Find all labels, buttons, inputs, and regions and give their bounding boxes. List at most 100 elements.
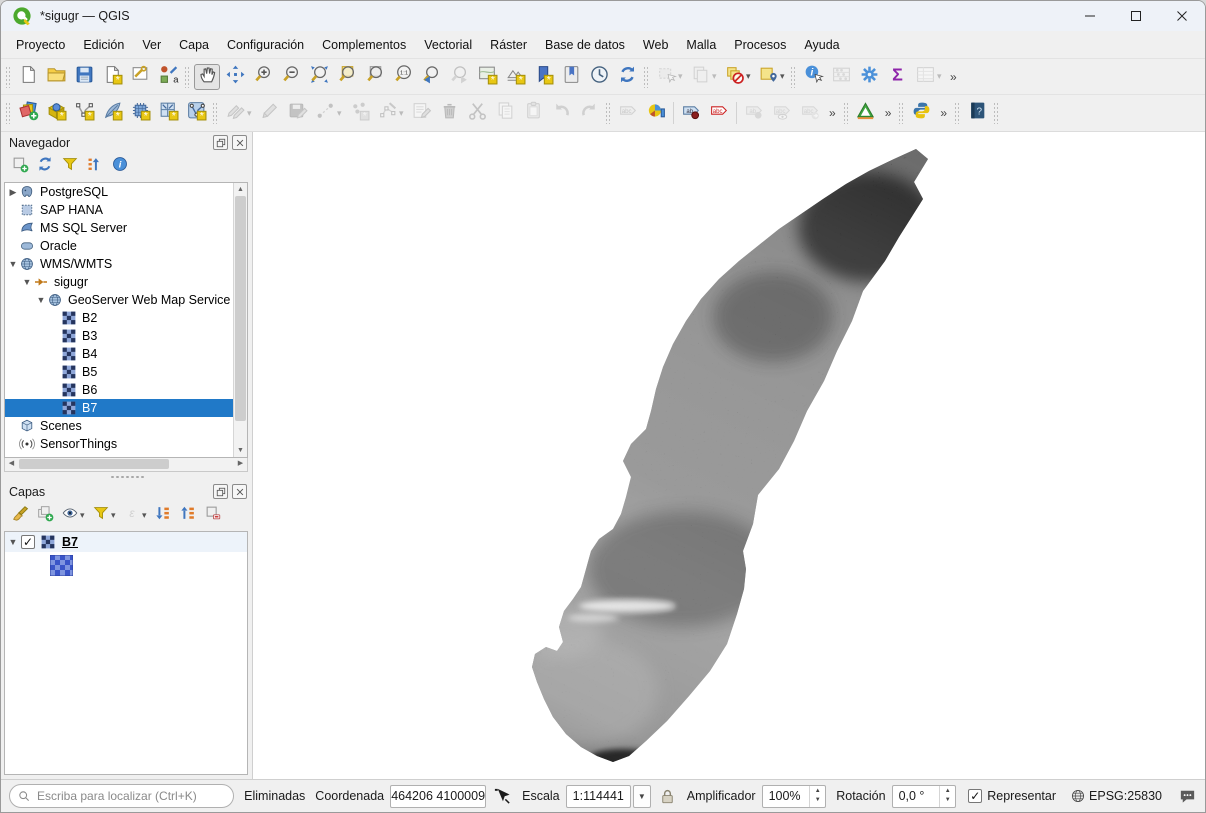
save-project-button[interactable]: [71, 64, 97, 90]
locator-search-input[interactable]: Escriba para localizar (Ctrl+K): [9, 784, 234, 808]
crs-status[interactable]: EPSG:25830: [1070, 788, 1162, 804]
new-virtual-layer-button[interactable]: *: [155, 100, 181, 126]
temporal-controller-button[interactable]: [586, 64, 612, 90]
menu-web[interactable]: Web: [634, 34, 677, 56]
menu-complementos[interactable]: Complementos: [313, 34, 415, 56]
add-group-button[interactable]: [33, 504, 56, 527]
scroll-left-icon[interactable]: ◀: [5, 458, 18, 470]
digitize-button-dropdown-arrow[interactable]: ▾: [337, 108, 345, 119]
zoom-last-button[interactable]: [418, 64, 444, 90]
pan-to-selection-button[interactable]: [222, 64, 248, 90]
layers-float-button[interactable]: [213, 484, 228, 499]
browser-item-b3[interactable]: B3: [5, 327, 233, 345]
new-spatialite-layer-button[interactable]: *: [99, 100, 125, 126]
collapse-all-button[interactable]: [176, 504, 199, 527]
zoom-to-selection-button[interactable]: [334, 64, 360, 90]
scrollbar-thumb[interactable]: [235, 196, 246, 421]
browser-item-geoserver-web-map-service[interactable]: ▼GeoServer Web Map Service: [5, 291, 233, 309]
new-geopackage-layer-button[interactable]: *: [43, 100, 69, 126]
layer-diagram-button[interactable]: [643, 100, 669, 126]
zoom-full-button[interactable]: [306, 64, 332, 90]
new-3d-map-view-button[interactable]: *: [502, 64, 528, 90]
menu-malla[interactable]: Malla: [677, 34, 725, 56]
panel-splitter[interactable]: [1, 472, 252, 481]
rotation-input[interactable]: 0,0 ° ▲▼: [892, 785, 957, 808]
browser-close-button[interactable]: [232, 135, 247, 150]
zoom-native-button[interactable]: 1:1: [390, 64, 416, 90]
layer-styling-button[interactable]: [8, 504, 31, 527]
deselect-all-button-dropdown-arrow[interactable]: ▾: [746, 71, 754, 82]
browser-item-b2[interactable]: B2: [5, 309, 233, 327]
browser-item-sensorthings[interactable]: SensorThings: [5, 435, 233, 453]
menu-edici-n[interactable]: Edición: [74, 34, 133, 56]
browser-item-b5[interactable]: B5: [5, 363, 233, 381]
open-project-button[interactable]: [43, 64, 69, 90]
filter-legend-button-dropdown-arrow[interactable]: ▾: [111, 510, 119, 521]
help-button[interactable]: ?: [964, 100, 990, 126]
browser-collapse-all-button[interactable]: [83, 155, 106, 178]
select-by-location-button[interactable]: [755, 64, 781, 90]
menu-configuraci-n[interactable]: Configuración: [218, 34, 313, 56]
layer-name[interactable]: B7: [62, 535, 78, 549]
browser-properties-button[interactable]: i: [108, 155, 131, 178]
scale-input[interactable]: 1:114441: [566, 785, 631, 808]
pan-map-button[interactable]: [194, 64, 220, 90]
processing-toolbox-button[interactable]: [856, 64, 882, 90]
browser-item-sigugr[interactable]: ▼sigugr: [5, 273, 233, 291]
show-layouts-button[interactable]: [127, 64, 153, 90]
menu-capa[interactable]: Capa: [170, 34, 218, 56]
browser-item-postgresql[interactable]: ▶PostgreSQL: [5, 183, 233, 201]
close-button[interactable]: [1159, 1, 1205, 31]
browser-item-scenes[interactable]: Scenes: [5, 417, 233, 435]
new-virtual-point-layer-button[interactable]: *: [183, 100, 209, 126]
render-checkbox[interactable]: ✓: [968, 789, 982, 803]
new-project-button[interactable]: [15, 64, 41, 90]
refresh-map-button[interactable]: [614, 64, 640, 90]
browser-item-sap-hana[interactable]: SAP HANA: [5, 201, 233, 219]
tree-expander-icon[interactable]: ▼: [7, 259, 19, 269]
label-toolbar-overflow[interactable]: »: [824, 106, 841, 120]
identify-features-button[interactable]: i: [800, 64, 826, 90]
browser-item-wms-wmts[interactable]: ▼WMS/WMTS: [5, 255, 233, 273]
remove-layer-button[interactable]: [201, 504, 224, 527]
browser-item-b7[interactable]: B7: [5, 399, 233, 417]
scale-dropdown-arrow[interactable]: ▼: [633, 785, 651, 808]
menu-ayuda[interactable]: Ayuda: [795, 34, 848, 56]
tree-expander-icon[interactable]: ▼: [35, 295, 47, 305]
browser-item-b4[interactable]: B4: [5, 345, 233, 363]
manage-themes-button[interactable]: [58, 504, 81, 527]
browser-refresh-button[interactable]: [33, 155, 56, 178]
magnifier-spinner[interactable]: ▲▼: [809, 786, 825, 807]
select-by-value-button-dropdown-arrow[interactable]: ▾: [712, 71, 720, 82]
new-shapefile-layer-button[interactable]: *: [71, 100, 97, 126]
scroll-down-icon[interactable]: ▼: [234, 444, 247, 457]
minimize-button[interactable]: [1067, 1, 1113, 31]
browser-horizontal-scrollbar[interactable]: ◀ ▶: [4, 458, 248, 472]
browser-filter-button[interactable]: [58, 155, 81, 178]
layer-row-b7[interactable]: ▼ ✓ B7: [5, 532, 247, 552]
python-console-button[interactable]: [908, 100, 934, 126]
tree-expander-icon[interactable]: ▼: [21, 277, 33, 287]
maximize-button[interactable]: [1113, 1, 1159, 31]
style-manager-button[interactable]: a: [155, 64, 181, 90]
magnifier-input[interactable]: 100% ▲▼: [762, 785, 827, 808]
new-map-view-button[interactable]: *: [474, 64, 500, 90]
expand-all-button[interactable]: [151, 504, 174, 527]
browser-float-button[interactable]: [213, 135, 228, 150]
menu-base-de-datos[interactable]: Base de datos: [536, 34, 634, 56]
new-spatial-bookmark-button[interactable]: *: [530, 64, 556, 90]
filter-expression-button-dropdown-arrow[interactable]: ▾: [142, 510, 150, 521]
browser-vertical-scrollbar[interactable]: ▲ ▼: [233, 183, 247, 457]
select-features-button-dropdown-arrow[interactable]: ▾: [678, 71, 686, 82]
deselect-all-button[interactable]: [721, 64, 747, 90]
messages-icon[interactable]: [1178, 787, 1197, 806]
layers-close-button[interactable]: [232, 484, 247, 499]
tree-expander-icon[interactable]: ▶: [7, 187, 19, 198]
highlight-pinned-labels-button[interactable]: ab: [678, 100, 704, 126]
menu-ver[interactable]: Ver: [133, 34, 170, 56]
zoom-in-button[interactable]: [250, 64, 276, 90]
scroll-up-icon[interactable]: ▲: [234, 183, 247, 196]
attribute-table-button-dropdown-arrow[interactable]: ▾: [937, 71, 945, 82]
layer-visibility-checkbox[interactable]: ✓: [21, 535, 35, 549]
coordinate-input[interactable]: 464206 4100009: [390, 785, 486, 808]
